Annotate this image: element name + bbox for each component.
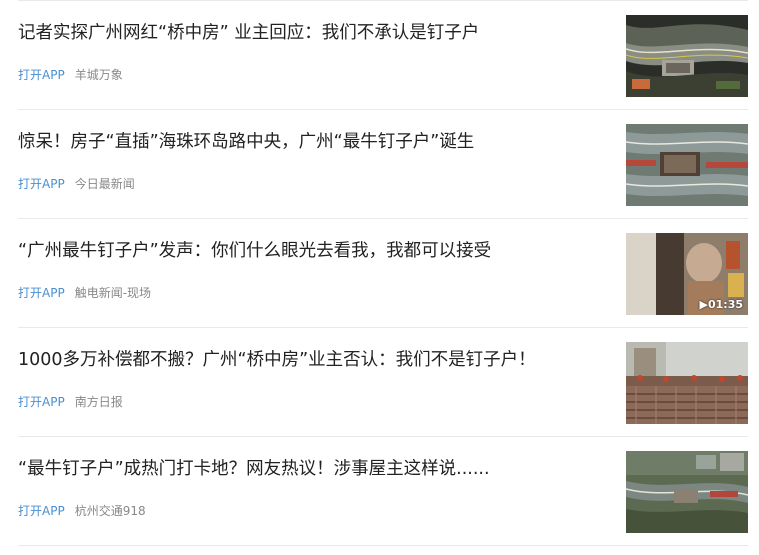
news-source: 羊城万象 — [74, 68, 123, 82]
open-app-link[interactable]: 打开APP — [18, 286, 65, 300]
news-item[interactable]: “广州最牛钉子户”发声：你们什么眼光去看我，我都可以接受 打开APP 触电新闻-现… — [0, 219, 759, 328]
news-source: 杭州交通918 — [74, 504, 146, 518]
news-source: 触电新闻-现场 — [74, 286, 152, 300]
news-item[interactable]: 惊呆！房子“直插”海珠环岛路中央，广州“最牛钉子户”诞生 打开APP 今日最新闻 — [0, 110, 759, 219]
news-title[interactable]: 惊呆！房子“直插”海珠环岛路中央，广州“最牛钉子户”诞生 — [18, 129, 608, 155]
news-meta: 打开APP 羊城万象 — [18, 66, 123, 84]
news-title[interactable]: “最牛钉子户”成热门打卡地？网友热议！涉事屋主这样说...... — [18, 456, 608, 482]
news-source: 南方日报 — [74, 395, 123, 409]
news-feed: 记者实探广州网红“桥中房” 业主回应：我们不承认是钉子户 打开APP 羊城万象 惊… — [0, 0, 759, 555]
news-title[interactable]: 1000多万补偿都不搬？广州“桥中房”业主否认：我们不是钉子户！ — [18, 347, 608, 373]
news-item[interactable]: 1000多万补偿都不搬？广州“桥中房”业主否认：我们不是钉子户！ 打开APP 南方… — [0, 328, 759, 437]
news-thumbnail-image[interactable] — [626, 124, 748, 206]
video-duration: 01:35 — [707, 298, 743, 311]
news-title[interactable]: “广州最牛钉子户”发声：你们什么眼光去看我，我都可以接受 — [18, 238, 608, 264]
news-meta: 打开APP 今日最新闻 — [18, 175, 135, 193]
open-app-link[interactable]: 打开APP — [18, 504, 65, 518]
open-app-link[interactable]: 打开APP — [18, 68, 65, 82]
video-duration-badge: ▶01:35 — [700, 298, 743, 312]
news-thumbnail-image[interactable] — [626, 451, 748, 533]
news-meta: 打开APP 触电新闻-现场 — [18, 284, 151, 302]
news-title[interactable]: 记者实探广州网红“桥中房” 业主回应：我们不承认是钉子户 — [18, 20, 608, 46]
open-app-link[interactable]: 打开APP — [18, 395, 65, 409]
news-thumbnail-image[interactable] — [626, 15, 748, 97]
news-meta: 打开APP 南方日报 — [18, 393, 123, 411]
open-app-link[interactable]: 打开APP — [18, 177, 65, 191]
play-icon: ▶ — [699, 298, 708, 311]
news-thumbnail-image[interactable] — [626, 342, 748, 424]
news-video-thumbnail[interactable]: ▶01:35 — [626, 233, 748, 315]
divider — [18, 545, 748, 546]
news-meta: 打开APP 杭州交通918 — [18, 502, 146, 520]
news-source: 今日最新闻 — [74, 177, 135, 191]
news-item[interactable]: “最牛钉子户”成热门打卡地？网友热议！涉事屋主这样说...... 打开APP 杭州… — [0, 437, 759, 546]
news-item[interactable]: 记者实探广州网红“桥中房” 业主回应：我们不承认是钉子户 打开APP 羊城万象 — [0, 1, 759, 110]
